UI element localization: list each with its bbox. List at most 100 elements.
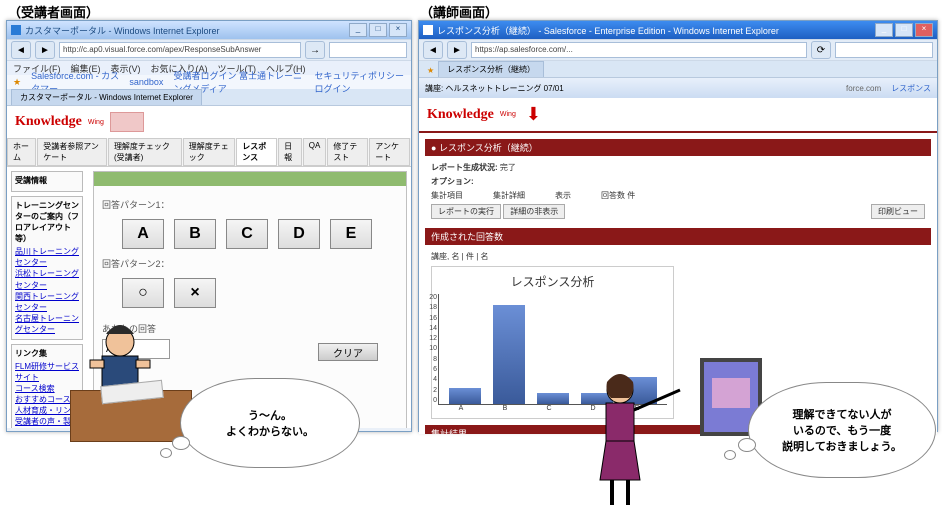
knowledge-sub: Wing <box>500 111 516 118</box>
status-label: レポート生成状況: <box>431 163 498 172</box>
desk <box>70 390 192 442</box>
nav-toolbar: ◄ ► https://ap.salesforce.com/... ⟳ <box>419 39 937 61</box>
knowledge-logo: Knowledge <box>427 107 494 123</box>
bubble-dot-icon <box>738 438 756 452</box>
col-label: 集計詳細 <box>493 190 525 201</box>
sf-tab-1[interactable]: 受講者参照アンケート <box>37 138 107 166</box>
fav-link-4[interactable]: セキュリティポリシーログイン <box>315 69 405 95</box>
print-button[interactable]: 印刷ビュー <box>871 204 925 219</box>
logo-mark-icon: ⬇ <box>526 104 541 125</box>
address-bar[interactable]: https://ap.salesforce.com/... <box>471 42 807 58</box>
col-label: 表示 <box>555 190 571 201</box>
sf-tab-8[interactable]: アンケート <box>369 138 410 166</box>
address-bar[interactable]: http://c.ap0.visual.force.com/apex/Respo… <box>59 42 301 58</box>
run-report-button[interactable]: レポートの実行 <box>431 204 501 219</box>
sidebar-link[interactable]: 品川トレーニングセンター <box>15 246 79 268</box>
mascot-icon <box>110 112 144 132</box>
y-axis-ticks: 20181614121086420 <box>425 294 437 404</box>
pattern1-label: 回答パターン1： <box>102 198 398 211</box>
sf-tab-home[interactable]: ホーム <box>7 138 36 166</box>
window-title: レスポンス分析（継続） - Salesforce - Enterprise Ed… <box>437 24 779 37</box>
fav-link-2[interactable]: sandbox <box>129 77 163 87</box>
bubble-dot-icon <box>172 436 190 450</box>
knowledge-sub: Wing <box>88 119 104 126</box>
student-illustration <box>70 390 192 442</box>
student-thought-bubble: う～ん。 よくわからない。 <box>180 378 360 468</box>
choice-e[interactable]: E <box>330 219 372 249</box>
options-label: オプション: <box>431 177 474 186</box>
minimize-button[interactable]: _ <box>349 23 367 37</box>
sidebar-box-2: トレーニングセンターのご案内（フロアレイアウト等） 品川トレーニングセンター 浜… <box>11 196 83 340</box>
bubble-dot-icon <box>724 450 736 460</box>
choice-row-2: ○ × <box>102 274 398 312</box>
response-link[interactable]: レスポンス <box>891 83 931 94</box>
hide-detail-button[interactable]: 詳細の非表示 <box>503 204 565 219</box>
teacher-illustration <box>580 370 700 513</box>
back-button[interactable]: ◄ <box>11 41 31 59</box>
status-value: 完了 <box>500 163 516 172</box>
bubble-dot-icon <box>160 448 172 458</box>
browser-tab[interactable]: カスタマーポータル - Windows Internet Explorer <box>11 89 202 105</box>
sf-tab-3[interactable]: 理解度チェック <box>183 138 236 166</box>
x-tick: B <box>483 405 527 412</box>
maximize-button[interactable]: □ <box>895 23 913 37</box>
choice-d[interactable]: D <box>278 219 320 249</box>
teacher-thought-bubble: 理解できてない人が いるので、もう一度 説明しておきましょう。 <box>748 382 936 478</box>
filter-header: 作成された回答数 <box>425 228 931 245</box>
maximize-button[interactable]: □ <box>369 23 387 37</box>
minimize-button[interactable]: _ <box>875 23 893 37</box>
choice-b[interactable]: B <box>174 219 216 249</box>
search-box[interactable] <box>329 42 407 58</box>
sf-tab-6[interactable]: QA <box>303 138 327 166</box>
x-tick: A <box>439 405 483 412</box>
forward-button[interactable]: ► <box>35 41 55 59</box>
titlebar: カスタマーポータル - Windows Internet Explorer _ … <box>7 21 411 39</box>
choice-row-1: A B C D E <box>102 215 398 253</box>
force-label: force.com <box>846 84 881 93</box>
sidebar-title-1: 受講情報 <box>15 175 79 186</box>
kw-header: Knowledge Wing <box>7 106 411 138</box>
choice-c[interactable]: C <box>226 219 268 249</box>
sf-tabbar: ホーム 受講者参照アンケート 理解度チェック(受講者) 理解度チェック レスポン… <box>7 138 411 167</box>
ie-icon <box>423 25 433 35</box>
window-title: カスタマーポータル - Windows Internet Explorer <box>25 24 220 37</box>
ie-icon <box>11 25 21 35</box>
pattern2-label: 回答パターン2： <box>102 257 398 270</box>
course-label: 講座: ヘルスネットトレーニング 07/01 <box>425 83 564 94</box>
col-label: 回答数 件 <box>601 190 635 201</box>
choice-batsu[interactable]: × <box>174 278 216 308</box>
knowledge-logo: Knowledge <box>15 114 82 130</box>
refresh-button[interactable]: ⟳ <box>811 41 831 59</box>
sidebar-link[interactable]: 浜松トレーニングセンター <box>15 268 79 290</box>
sf-tab-2[interactable]: 理解度チェック(受講者) <box>108 138 182 166</box>
close-button[interactable]: × <box>389 23 407 37</box>
back-button[interactable]: ◄ <box>423 41 443 59</box>
choice-a[interactable]: A <box>122 219 164 249</box>
choice-maru[interactable]: ○ <box>122 278 164 308</box>
sf-tab-5[interactable]: 日報 <box>278 138 302 166</box>
student-panel-label: （受講者画面） <box>8 2 99 21</box>
chart-bar <box>537 393 569 404</box>
sidebar-box-1: 受講情報 <box>11 171 83 192</box>
sidebar-link[interactable]: 関西トレーニングセンター <box>15 291 79 313</box>
chart-bar <box>493 305 525 404</box>
browser-tab[interactable]: レスポンス分析（継続） <box>438 61 544 77</box>
search-box[interactable] <box>835 42 933 58</box>
chart-title: レスポンス分析 <box>438 273 667 290</box>
sidebar-title-2: トレーニングセンターのご案内（フロアレイアウト等） <box>15 200 79 244</box>
col-label: 集計項目 <box>431 190 463 201</box>
sf-topbar: 講座: ヘルスネットトレーニング 07/01 force.com レスポンス <box>419 78 937 98</box>
forward-button[interactable]: ► <box>447 41 467 59</box>
kw-header: Knowledge Wing ⬇ <box>419 98 937 131</box>
x-tick: C <box>527 405 571 412</box>
sf-tab-response[interactable]: レスポンス <box>236 138 277 166</box>
sf-tab-7[interactable]: 修了テスト <box>327 138 368 166</box>
go-button[interactable]: → <box>305 41 325 59</box>
close-button[interactable]: × <box>915 23 933 37</box>
nav-toolbar: ◄ ► http://c.ap0.visual.force.com/apex/R… <box>7 39 411 61</box>
clear-button[interactable]: クリア <box>318 343 378 361</box>
block-header <box>94 172 406 186</box>
teacher-panel-label: （講師画面） <box>420 2 498 21</box>
titlebar: レスポンス分析（継続） - Salesforce - Enterprise Ed… <box>419 21 937 39</box>
filter-line: 講座, 名 | 件 | 名 <box>431 251 925 262</box>
